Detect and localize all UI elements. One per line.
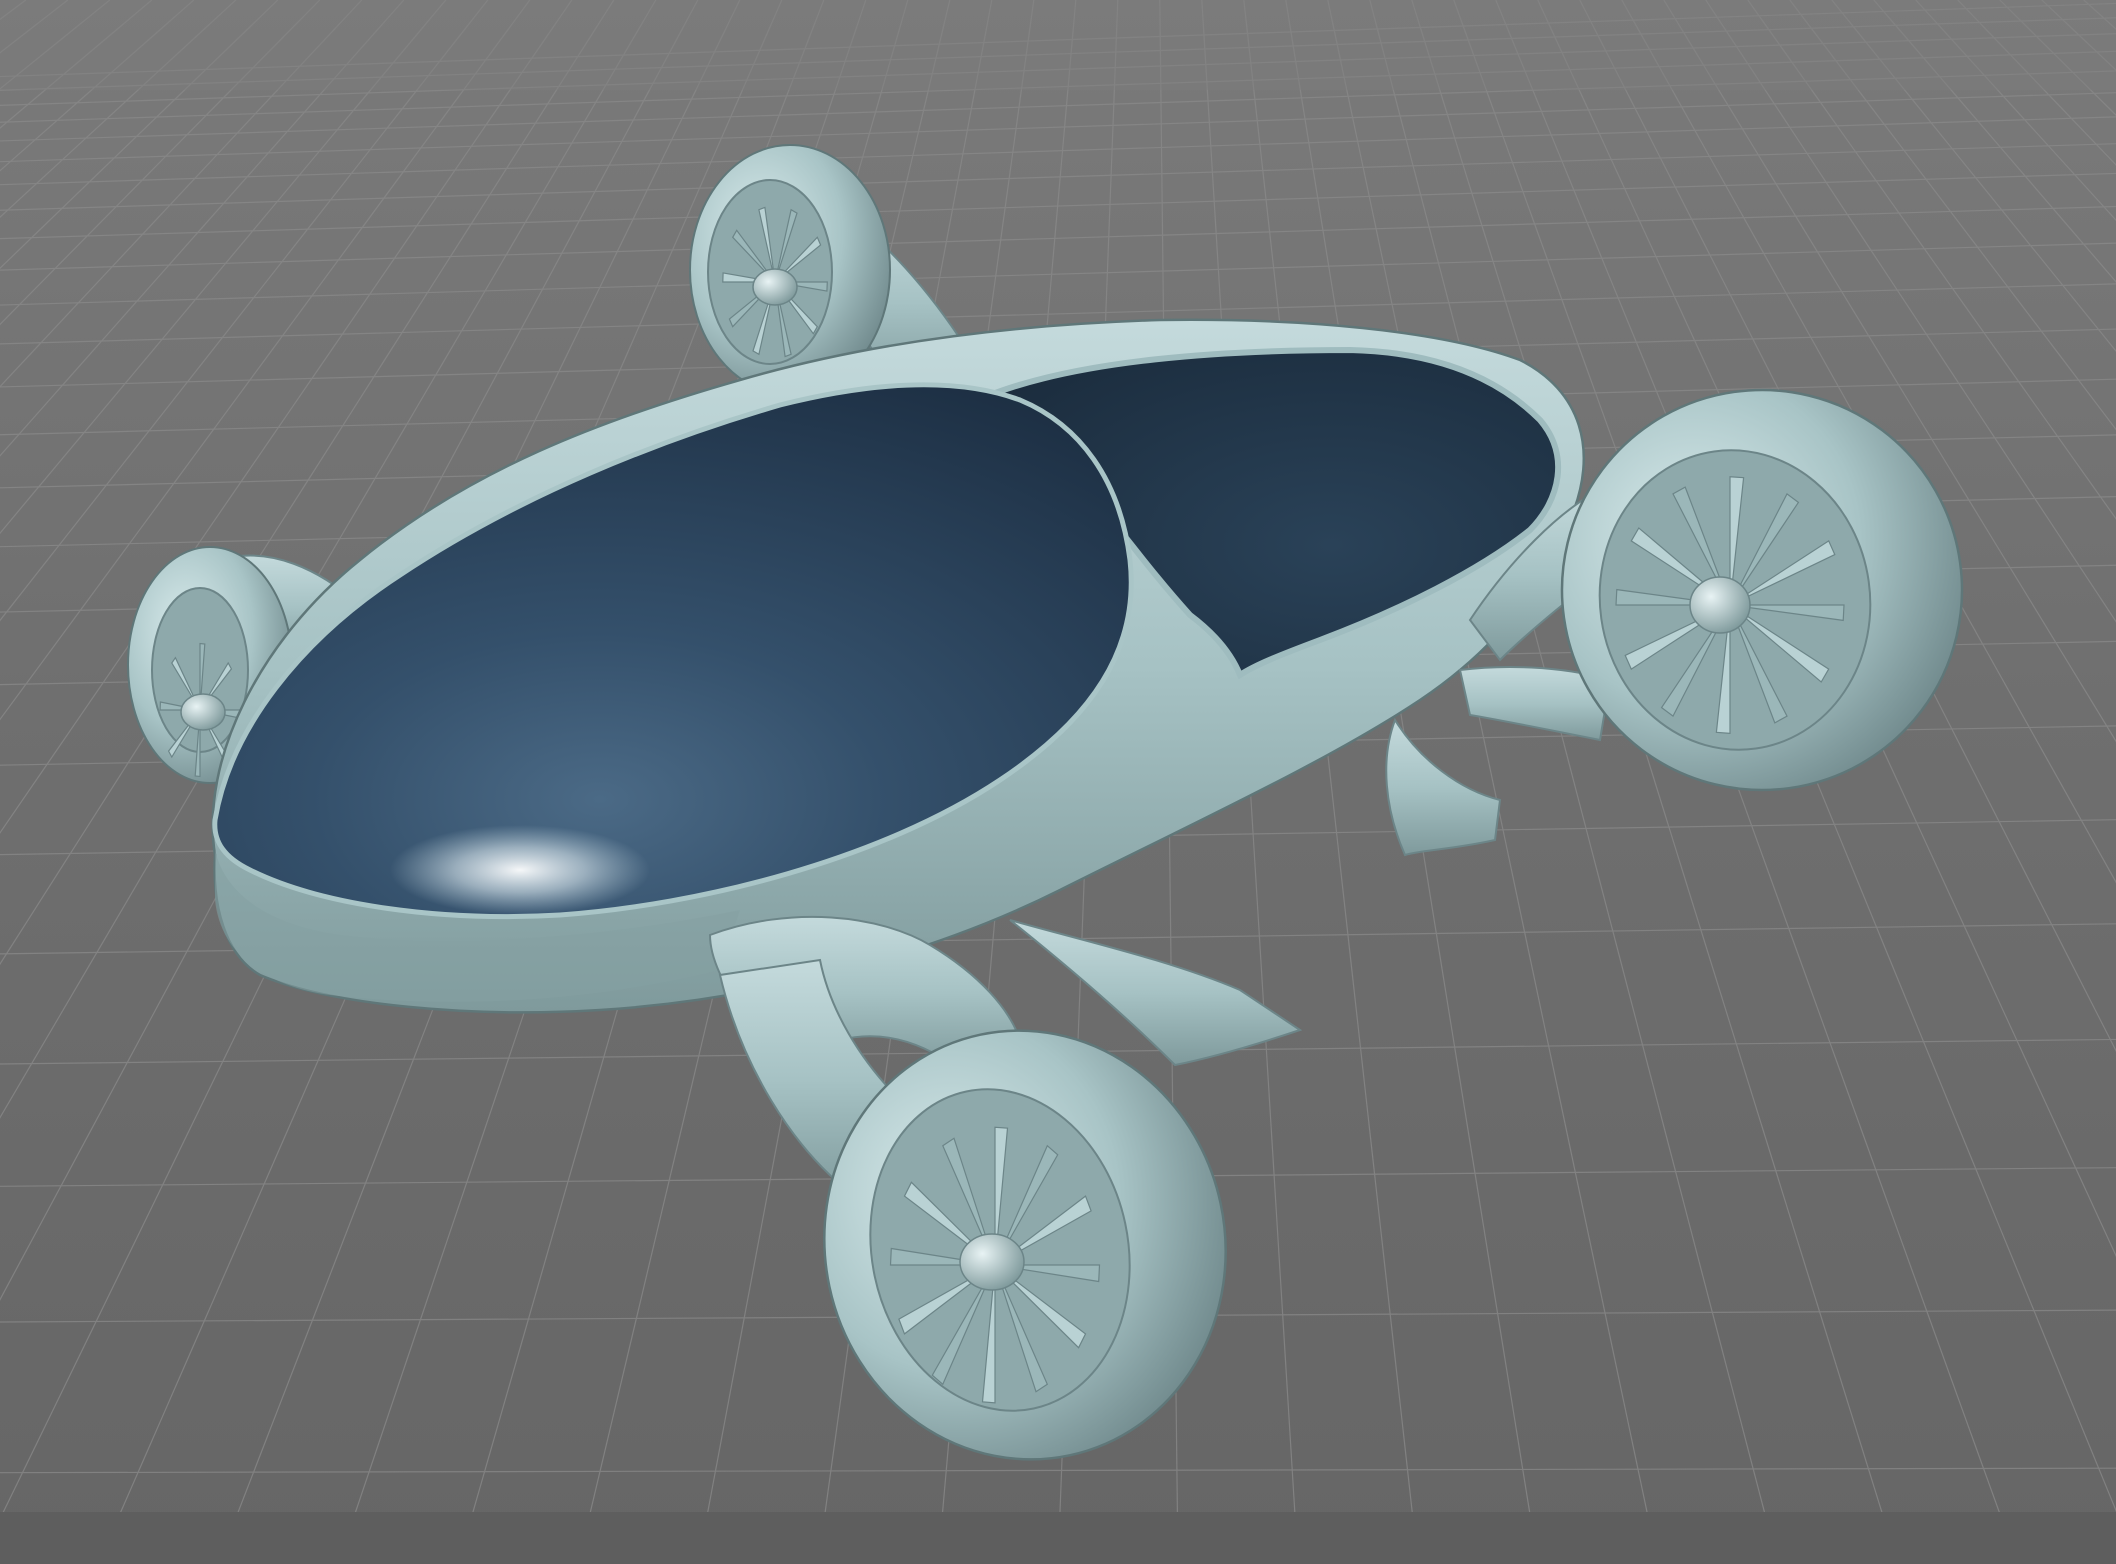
fan-hub [752,268,798,306]
3d-viewport[interactable] [0,0,2116,1564]
fan-hub [1689,576,1751,634]
fan-hub [959,1233,1025,1291]
fan-hub [180,693,226,731]
canopy-highlight [390,825,650,915]
viewport-horizon-band [0,0,2116,90]
status-bar [0,1512,2116,1564]
